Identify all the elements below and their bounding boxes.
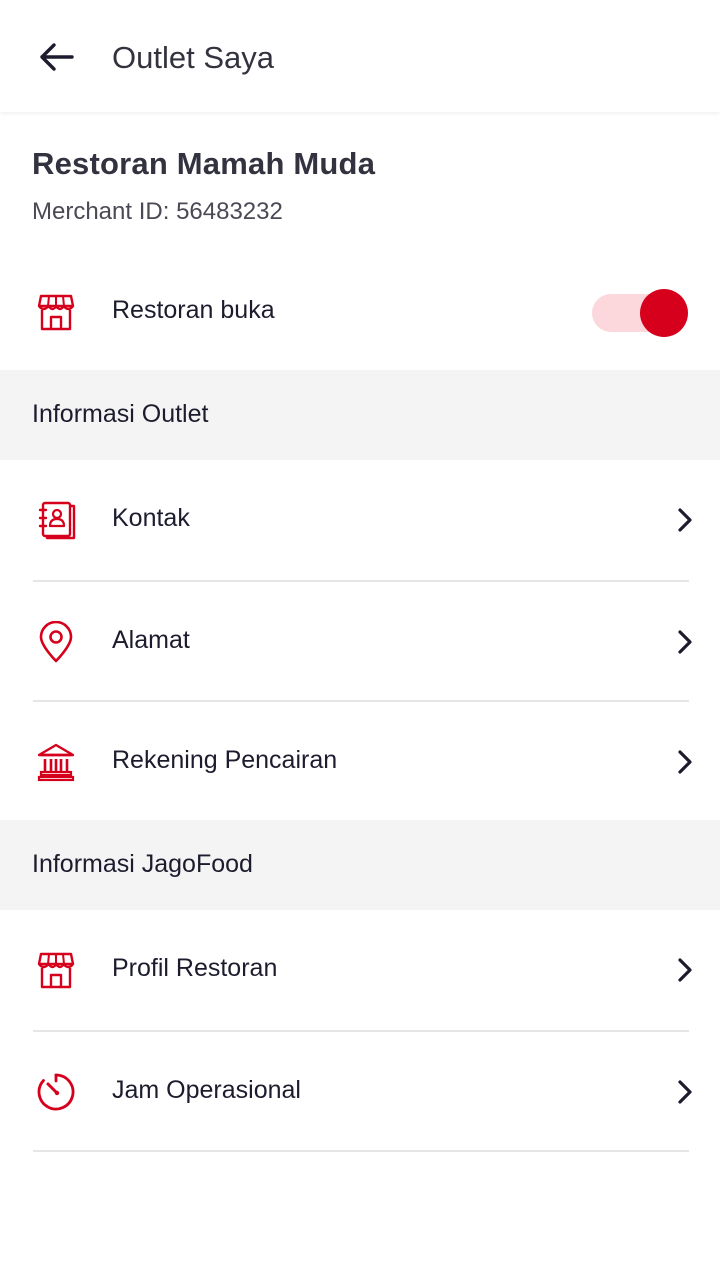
toggle-knob — [640, 289, 688, 337]
bank-icon — [34, 740, 78, 784]
merchant-header: Restoran Mamah Muda Merchant ID: 5648323… — [0, 112, 720, 370]
section-informasi-jagofood: Informasi JagoFood — [0, 820, 720, 910]
app-bar: Outlet Saya — [0, 0, 720, 112]
restaurant-open-label: Restoran buka — [112, 296, 275, 324]
divider — [33, 1150, 689, 1152]
menu-item-kontak[interactable]: Kontak — [0, 460, 720, 580]
menu-item-label: Kontak — [112, 504, 190, 532]
section-informasi-outlet: Informasi Outlet — [0, 370, 720, 460]
merchant-id-line: Merchant ID: 56483232 — [32, 198, 283, 226]
merchant-id-label: Merchant ID: — [32, 198, 170, 225]
page-title: Outlet Saya — [112, 40, 274, 75]
menu-item-label: Jam Operasional — [112, 1076, 301, 1104]
timer-icon — [34, 1070, 78, 1114]
menu-item-label: Profil Restoran — [112, 954, 278, 982]
storefront-icon — [34, 948, 78, 992]
restaurant-open-toggle[interactable] — [592, 286, 690, 340]
merchant-id-value: 56483232 — [176, 198, 283, 225]
section-title: Informasi JagoFood — [32, 850, 253, 878]
menu-item-jam-operasional[interactable]: Jam Operasional — [0, 1032, 720, 1152]
menu-item-profil-restoran[interactable]: Profil Restoran — [0, 910, 720, 1030]
menu-item-label: Rekening Pencairan — [112, 746, 338, 774]
store-name: Restoran Mamah Muda — [32, 146, 376, 181]
chevron-right-icon — [678, 1080, 692, 1104]
chevron-right-icon — [678, 508, 692, 532]
menu-item-alamat[interactable]: Alamat — [0, 582, 720, 702]
contact-book-icon — [34, 498, 78, 542]
restaurant-open-row: Restoran buka — [0, 256, 720, 370]
menu-item-label: Alamat — [112, 626, 190, 654]
chevron-right-icon — [678, 630, 692, 654]
chevron-right-icon — [678, 750, 692, 774]
chevron-right-icon — [678, 958, 692, 982]
arrow-left-icon — [40, 43, 74, 71]
section-title: Informasi Outlet — [32, 400, 209, 428]
location-pin-icon — [34, 620, 78, 664]
storefront-icon — [34, 290, 78, 334]
back-button[interactable] — [32, 36, 80, 78]
menu-item-rekening-pencairan[interactable]: Rekening Pencairan — [0, 702, 720, 822]
